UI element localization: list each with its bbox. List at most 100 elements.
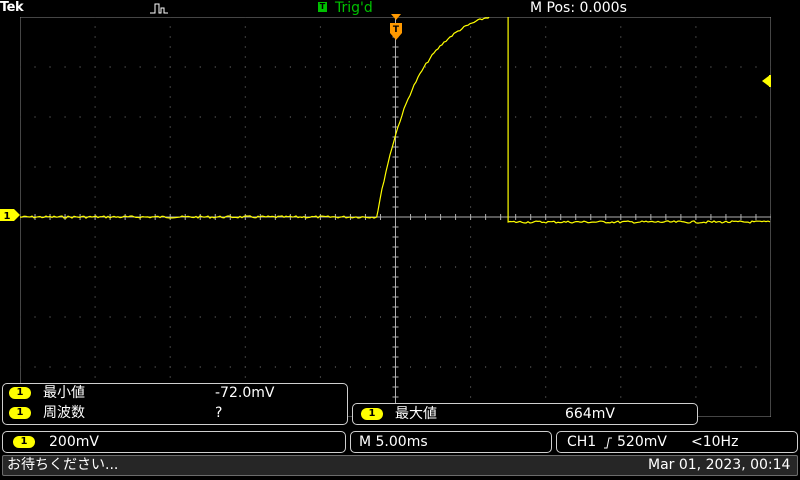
grid-dot — [94, 206, 96, 208]
grid-dot — [620, 146, 622, 148]
grid-dot — [124, 66, 126, 68]
grid-dot — [545, 96, 547, 98]
measurement-panel-left[interactable]: 1 最小値 -72.0mV 1 周波数 ? — [2, 383, 348, 425]
channel-scale-readout[interactable]: 1 200mV — [2, 431, 346, 453]
grid-dot — [545, 136, 547, 138]
grid-dot — [620, 266, 622, 268]
grid-dot — [695, 86, 697, 88]
grid-dot — [169, 106, 171, 108]
grid-dot — [334, 166, 336, 168]
grid-dot — [124, 166, 126, 168]
grid-dot — [545, 116, 547, 118]
grid-dot — [620, 36, 622, 38]
trigger-level-icon[interactable] — [760, 74, 772, 88]
grid-dot — [169, 246, 171, 248]
grid-dot — [319, 226, 321, 228]
grid-dot — [244, 246, 246, 248]
grid-dot — [695, 356, 697, 358]
grid-dot — [755, 366, 757, 368]
grid-dot — [79, 266, 81, 268]
grid-dot — [725, 116, 727, 118]
grid-dot — [244, 276, 246, 278]
grid-dot — [244, 206, 246, 208]
grid-dot — [169, 286, 171, 288]
grid-dot — [169, 336, 171, 338]
trigger-level-value: 520mV — [617, 434, 667, 450]
grid-dot — [169, 266, 171, 268]
grid-dot — [545, 236, 547, 238]
grid-dot — [620, 226, 622, 228]
grid-dot — [620, 126, 622, 128]
grid-dot — [94, 346, 96, 348]
grid-dot — [620, 86, 622, 88]
grid-dot — [455, 266, 457, 268]
waveform-display[interactable] — [20, 17, 771, 417]
grid-dot — [695, 96, 697, 98]
grid-dot — [289, 266, 291, 268]
grid-dot — [620, 386, 622, 388]
grid-dot — [470, 196, 472, 198]
grid-dot — [545, 156, 547, 158]
grid-dot — [650, 316, 652, 318]
grid-dot — [635, 266, 637, 268]
grid-dot — [590, 316, 592, 318]
grid-dot — [94, 236, 96, 238]
grid-dot — [289, 366, 291, 368]
grid-dot — [124, 316, 126, 318]
grid-dot — [470, 126, 472, 128]
grid-dot — [695, 296, 697, 298]
grid-dot — [470, 136, 472, 138]
grid-dot — [560, 116, 562, 118]
grid-dot — [635, 316, 637, 318]
grid-dot — [379, 166, 381, 168]
grid-dot — [94, 166, 96, 168]
grid-dot — [319, 86, 321, 88]
grid-dot — [455, 366, 457, 368]
grid-dot — [560, 166, 562, 168]
trigger-readout[interactable]: CH1 520mV <10Hz — [556, 431, 798, 453]
grid-dot — [695, 46, 697, 48]
trigger-position-marker[interactable]: T — [389, 14, 403, 42]
grid-dot — [199, 66, 201, 68]
grid-dot — [470, 366, 472, 368]
grid-dot — [184, 66, 186, 68]
grid-dot — [319, 106, 321, 108]
grid-dot — [139, 266, 141, 268]
grid-dot — [545, 146, 547, 148]
measurement-panel-right[interactable]: 1 最大値 664mV — [352, 403, 698, 425]
grid-dot — [64, 166, 66, 168]
grid-dot — [695, 266, 697, 268]
grid-dot — [49, 166, 51, 168]
timebase-readout[interactable]: M 5.00ms — [350, 431, 552, 453]
grid-dot — [319, 356, 321, 358]
grid-dot — [725, 266, 727, 268]
grid-dot — [485, 166, 487, 168]
grid-dot — [470, 256, 472, 258]
grid-dot — [124, 116, 126, 118]
grid-dot — [154, 166, 156, 168]
trigger-badge: T — [318, 2, 327, 12]
grid-dot — [304, 366, 306, 368]
grid-dot — [79, 116, 81, 118]
grid-dot — [575, 266, 577, 268]
grid-dot — [259, 166, 261, 168]
grid-dot — [545, 276, 547, 278]
grid-dot — [665, 166, 667, 168]
grid-dot — [34, 366, 36, 368]
grid-dot — [94, 156, 96, 158]
grid-dot — [485, 266, 487, 268]
grid-dot — [695, 336, 697, 338]
grid-dot — [184, 166, 186, 168]
grid-dot — [740, 166, 742, 168]
grid-dot — [169, 26, 171, 28]
grid-dot — [319, 316, 321, 318]
grid-dot — [244, 126, 246, 128]
ch1-ground-marker[interactable]: 1 — [0, 206, 20, 222]
grid-dot — [695, 146, 697, 148]
grid-dot — [169, 306, 171, 308]
grid-dot — [575, 316, 577, 318]
grid-dot — [169, 326, 171, 328]
grid-dot — [590, 166, 592, 168]
grid-dot — [740, 266, 742, 268]
grid-dot — [680, 316, 682, 318]
